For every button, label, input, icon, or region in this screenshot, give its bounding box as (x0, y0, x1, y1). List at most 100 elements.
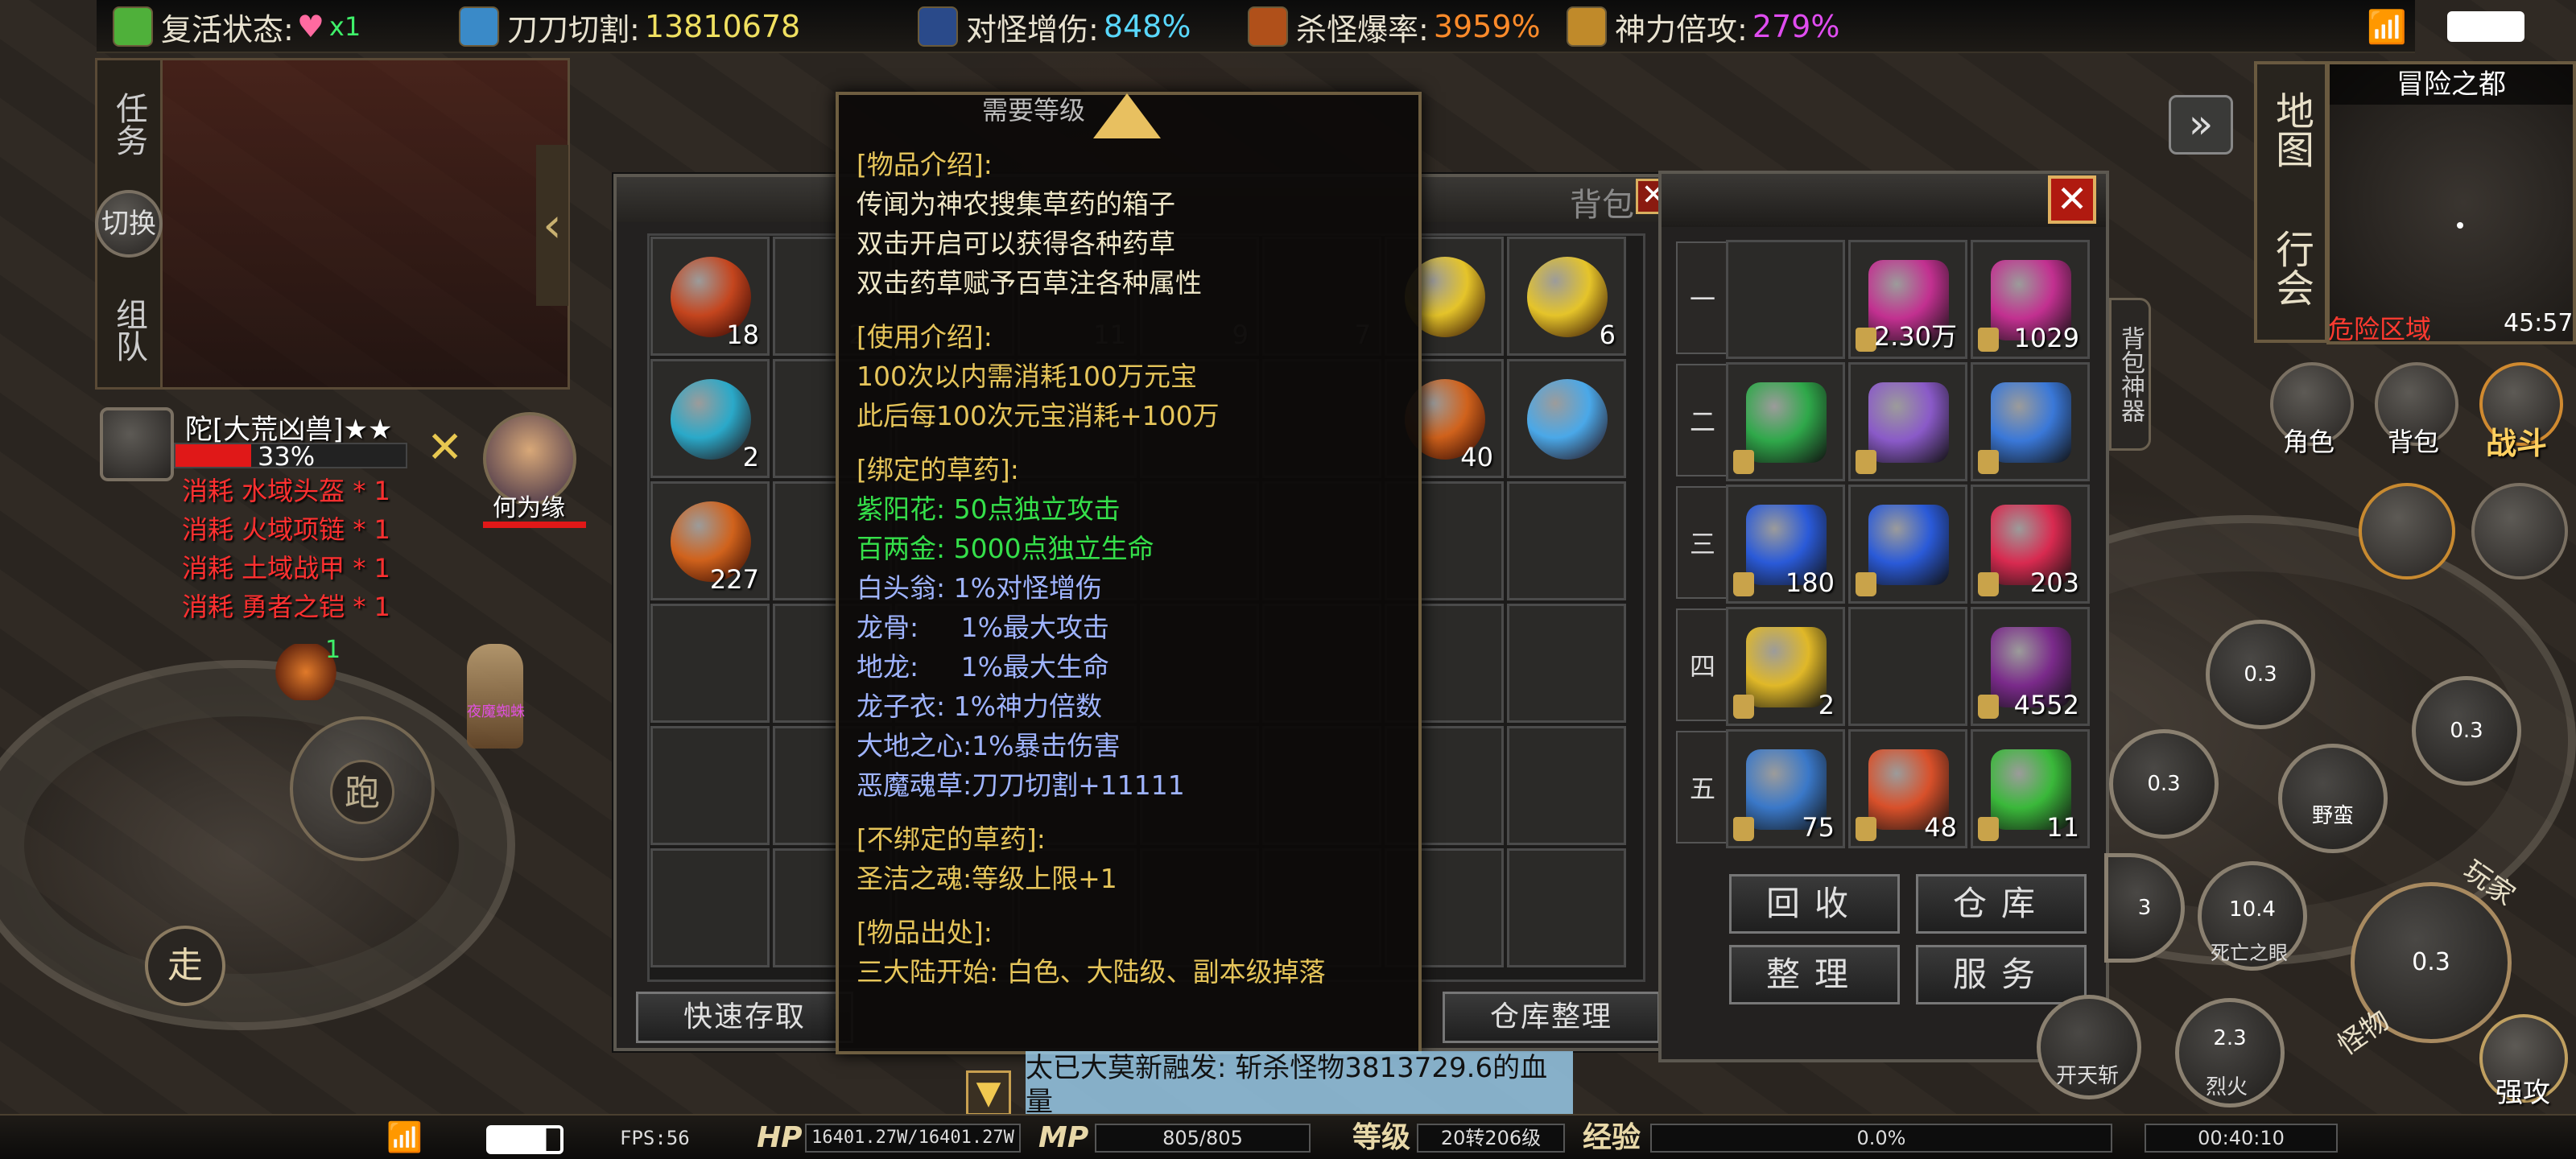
warehouse-cell[interactable]: 227 (650, 481, 770, 600)
tab-task[interactable]: 任务 (103, 68, 155, 180)
fire-icon (1248, 6, 1288, 47)
tooltip-body: [物品介绍]: 传闻为神农搜集草药的箱子 双击开启可以获得各种药草 双击药草赋予百草注… (857, 145, 1412, 1006)
skill-barbaric[interactable]: 野蛮 (2278, 744, 2388, 853)
close-target-icon[interactable]: ✕ (427, 422, 463, 472)
sort-button[interactable]: 整理 (1729, 945, 1900, 1004)
battery-icon (2447, 11, 2524, 42)
organize-warehouse-button[interactable]: 仓库整理 (1443, 992, 1660, 1043)
warehouse-cell[interactable]: 2 (650, 359, 770, 478)
switch-button[interactable]: 切换 (95, 190, 163, 258)
skill-slot[interactable]: 0.3 (2109, 729, 2219, 839)
guild-tab[interactable]: 行会 (2267, 216, 2315, 320)
bag-close-button[interactable]: ✕ (2048, 175, 2096, 224)
bag-cell[interactable]: 2.30万 (1848, 240, 1967, 359)
item-icon (1868, 505, 1949, 585)
lock-icon (1856, 572, 1876, 596)
tooltip-line: 恶魔魂草:刀刀切割+11111 (857, 769, 1185, 801)
power-icon (1567, 6, 1607, 47)
skill-cooldown: 0.3 (2412, 948, 2450, 976)
compass-button[interactable] (2471, 483, 2568, 580)
tooltip-line: 地龙: 1%最大生命 (857, 651, 1109, 683)
bag-artifact-tab[interactable]: 背包神器 (2109, 298, 2151, 451)
bag-cell[interactable]: 48 (1848, 729, 1967, 848)
monster-damage: 对怪增伤: 848% (910, 3, 1248, 50)
character-label: 角色 (2283, 427, 2335, 457)
pet-level: 1 (325, 636, 341, 664)
bag-cell[interactable] (1848, 607, 1967, 726)
bag-tab-5[interactable]: 五 (1676, 731, 1729, 843)
tooltip-line: 龙子衣: 1%神力倍数 (857, 691, 1102, 722)
tooltip-header: [物品介绍]: (857, 149, 993, 180)
warehouse-cell[interactable] (650, 726, 770, 845)
warehouse-cell[interactable]: 6 (1507, 237, 1626, 356)
bag-cells: 2.30万 1029 180 203 2 4552 75 48 11 (1726, 240, 2096, 852)
item-icon (1527, 257, 1608, 337)
storage-button[interactable]: 仓库 (1916, 874, 2087, 934)
bag-cell[interactable]: 11 (1971, 729, 2090, 848)
skill-name: 野蛮 (2311, 804, 2354, 828)
strong-attack-label: 强攻 (2496, 1077, 2550, 1109)
lock-icon (1978, 817, 1999, 841)
bag-cell[interactable]: 2 (1726, 607, 1845, 726)
lock-icon (1733, 695, 1754, 719)
tooltip-line: 三大陆开始: 白色、大陆级、副本级掉落 (857, 956, 1326, 988)
quick-store-button[interactable]: 快速存取 (636, 992, 853, 1043)
monster-damage-label: 对怪增伤: (966, 11, 1099, 47)
item-count: 18 (726, 320, 759, 350)
mp-value: 805/805 (1095, 1124, 1311, 1153)
warehouse-cell[interactable] (1507, 604, 1626, 723)
drop-rate-value: 3959% (1433, 9, 1541, 44)
lock-icon (1978, 572, 1999, 596)
bag-cell[interactable]: 1029 (1971, 240, 2090, 359)
run-label: 跑 (330, 760, 394, 824)
bag-tab-1[interactable]: 一 (1676, 241, 1729, 354)
monster-name: 夜魔蜘蛛 (467, 703, 525, 720)
item-count: 203 (2029, 567, 2079, 598)
chat-arrow-button[interactable]: ▼ (966, 1070, 1011, 1116)
skill-cooldown: 0.3 (2450, 719, 2483, 743)
bag-cell[interactable] (1726, 362, 1845, 481)
bag-tab-2[interactable]: 二 (1676, 364, 1729, 476)
walk-button[interactable]: 走 (145, 926, 225, 1006)
bag-cell[interactable]: 180 (1726, 485, 1845, 604)
warehouse-cell[interactable] (650, 604, 770, 723)
tab-team[interactable]: 组队 (103, 274, 155, 386)
bag-cell[interactable] (1848, 485, 1967, 604)
bag-tab-4[interactable]: 四 (1676, 608, 1729, 721)
item-count: 2.30万 (1873, 321, 1957, 352)
bag-cell[interactable] (1971, 362, 2090, 481)
skill-slot[interactable]: 0.3 (2412, 676, 2521, 786)
skill-slot[interactable]: 0.3 (2206, 620, 2315, 729)
minimap-expand-button[interactable]: » (2169, 95, 2233, 155)
power-value: 279% (1752, 9, 1840, 44)
warehouse-cell[interactable] (1507, 481, 1626, 600)
revive-label: 复活状态: (161, 11, 294, 47)
bag-cell[interactable]: 75 (1726, 729, 1845, 848)
collapse-arrow-icon[interactable]: ‹ (536, 145, 568, 306)
warehouse-cell[interactable] (1507, 359, 1626, 478)
revive-value: x1 (328, 11, 361, 42)
bag-tab-3[interactable]: 三 (1676, 486, 1729, 599)
tooltip-section: [绑定的草药]: 紫阳花: 50点独立攻击 百两金: 5000点独立生命 (857, 450, 1412, 568)
warehouse-cell[interactable]: 18 (650, 237, 770, 356)
tooltip-line: 紫阳花: 50点独立攻击 (857, 493, 1121, 525)
service-button[interactable]: 服务 (1916, 945, 2087, 1004)
minimap-location: 冒险之都 (2330, 64, 2573, 105)
bag-cell[interactable]: 4552 (1971, 607, 2090, 726)
tooltip-line: 传闻为神农搜集草药的箱子 (857, 188, 1175, 220)
map-tab[interactable]: 地图 (2267, 77, 2315, 182)
warehouse-cell[interactable] (650, 848, 770, 967)
warehouse-cell[interactable] (1507, 726, 1626, 845)
tooltip-line: 圣洁之魂:等级上限+1 (857, 863, 1117, 894)
run-button[interactable]: 跑 (290, 716, 435, 861)
warehouse-title: 背包 (1570, 187, 1634, 224)
warehouse-cell[interactable] (1507, 848, 1626, 967)
quest-book-button[interactable] (2359, 483, 2455, 580)
hp-label: HP (757, 1121, 803, 1154)
wifi-icon: 📶 (2367, 9, 2407, 46)
recycle-button[interactable]: 回收 (1729, 874, 1900, 934)
item-count: 2 (1818, 690, 1835, 720)
bag-cell[interactable] (1848, 362, 1967, 481)
bag-cell[interactable]: 203 (1971, 485, 2090, 604)
bag-cell[interactable] (1726, 240, 1845, 359)
